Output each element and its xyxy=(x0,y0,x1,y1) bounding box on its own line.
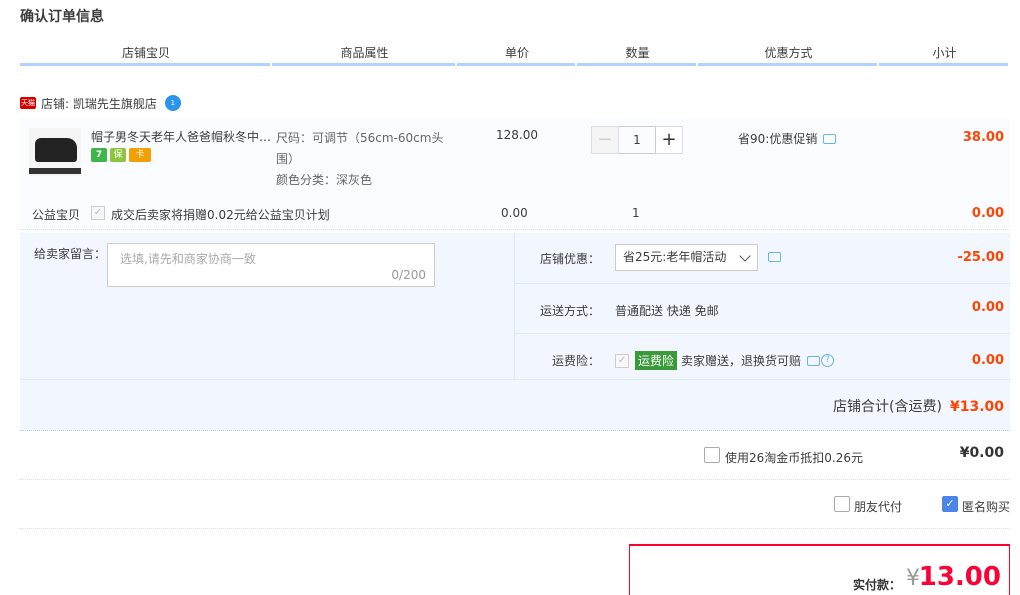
anonymous-purchase-checkbox[interactable]: ✓ xyxy=(942,496,958,512)
divider xyxy=(515,283,1010,284)
qty-plus-button[interactable]: + xyxy=(655,126,683,154)
chat-wangwang-icon[interactable]: 1 xyxy=(164,95,181,111)
promo-text: 省90:优惠促销 xyxy=(738,132,818,146)
shop-total: 店铺合计(含运费) ¥13.00 xyxy=(833,396,1004,416)
qty-minus-button[interactable]: − xyxy=(591,126,619,154)
message-counter: 0/200 xyxy=(391,268,426,282)
insurance-text: 卖家赠送，退换货可赔 xyxy=(681,354,802,368)
shipping-method: 普通配送 快递 免邮 xyxy=(615,302,719,319)
shop-name-link[interactable]: 店铺: 凯瑞先生旗舰店 xyxy=(41,95,157,112)
coins-value: ¥0.00 xyxy=(959,445,1004,461)
column-header-quantity: 数量 xyxy=(577,44,698,66)
charity-text: 成交后卖家将捐赠0.02元给公益宝贝计划 xyxy=(111,208,330,222)
service-icons: 7 保 卡 xyxy=(91,148,151,162)
comment-icon[interactable] xyxy=(807,355,821,366)
order-item: 帽子男冬天老年人爸爸帽秋冬中… 7 保 卡 尺码：可调节（56cm-60cm头 … xyxy=(20,118,1010,230)
divider xyxy=(515,333,1010,334)
final-payment-box: 实付款： ¥ 13.00 xyxy=(629,544,1010,595)
qty-input[interactable]: 1 xyxy=(619,126,655,154)
charity-subtotal: 0.00 xyxy=(971,206,1004,221)
help-icon[interactable]: ? xyxy=(821,354,835,367)
charity-checkbox: ✓ xyxy=(91,206,105,220)
seller-message-input[interactable]: 选填,请先和商家协商一致 0/200 xyxy=(107,243,435,287)
use-coins-checkbox[interactable] xyxy=(704,447,720,463)
shop-discount-select[interactable]: 省25元:老年帽活动 xyxy=(615,244,758,271)
message-placeholder: 选填,请先和商家协商一致 xyxy=(120,252,256,266)
product-title-link[interactable]: 帽子男冬天老年人爸爸帽秋冬中… xyxy=(91,128,271,145)
hat-image xyxy=(35,138,77,162)
attr-color: 颜色分类：深灰色 xyxy=(276,173,373,187)
attr-size-cont: 围） xyxy=(276,152,301,166)
chevron-down-icon xyxy=(739,250,751,262)
insurance-value: 0.00 xyxy=(971,353,1004,368)
insurance-checkbox: ✓ xyxy=(615,353,629,368)
column-header-unit-price: 单价 xyxy=(457,44,577,66)
shop-total-amount: ¥13.00 xyxy=(949,399,1004,415)
promo-info: 省90:优惠促销 xyxy=(738,130,837,147)
shop-discount-selected: 省25元:老年帽活动 xyxy=(623,250,727,264)
quantity-stepper: − 1 + xyxy=(591,126,683,154)
credit-card-icon[interactable]: 卡 xyxy=(129,148,151,162)
order-options: 给卖家留言： 选填,请先和商家协商一致 0/200 店铺优惠： 省25元:老年帽… xyxy=(20,233,1010,431)
comment-icon[interactable] xyxy=(768,252,781,262)
insurance-badge: 运费险 xyxy=(635,351,678,370)
coins-row: 使用26淘金币抵扣0.26元 ¥0.00 xyxy=(20,432,1010,480)
column-header-attributes: 商品属性 xyxy=(272,44,457,66)
shipping-text: 普通配送 快递 免邮 xyxy=(615,304,719,318)
column-header: 店铺宝贝 商品属性 单价 数量 优惠方式 小计 xyxy=(20,44,1010,66)
shop-total-label: 店铺合计(含运费) xyxy=(833,399,942,415)
divider xyxy=(20,379,1010,380)
anonymous-purchase-label: 匿名购买 xyxy=(962,500,1011,514)
comment-icon[interactable] xyxy=(823,133,837,144)
charity-price: 0.00 xyxy=(501,206,528,220)
message-label: 给卖家留言： xyxy=(34,247,107,261)
attr-size: 尺码：可调节（56cm-60cm头 xyxy=(276,131,444,145)
tmall-icon: 天猫 xyxy=(20,97,36,109)
friend-pay-label: 朋友代付 xyxy=(854,500,903,514)
insurance-info: ✓ 运费险 卖家赠送，退换货可赔 ? xyxy=(615,351,835,370)
friend-pay-checkbox[interactable] xyxy=(834,496,850,512)
final-payment-amount: 13.00 xyxy=(918,562,1001,592)
shipping-value: 0.00 xyxy=(971,300,1004,315)
shop-discount-value: -25.00 xyxy=(957,250,1004,265)
column-header-subtotal: 小计 xyxy=(879,44,1010,66)
payment-options-row: 朋友代付 ✓ 匿名购买 xyxy=(20,481,1010,529)
final-payment-label: 实付款： xyxy=(853,578,902,592)
coins-text: 使用26淘金币抵扣0.26元 xyxy=(725,451,863,465)
shipping-label: 运送方式： xyxy=(539,304,600,318)
unit-price: 128.00 xyxy=(496,128,538,142)
shop-discount-label: 店铺优惠： xyxy=(539,252,600,266)
charity-label: 公益宝贝 xyxy=(32,208,81,222)
divider xyxy=(514,233,515,379)
insurance-label: 运费险： xyxy=(551,354,600,368)
column-header-shop-item: 店铺宝贝 xyxy=(20,44,272,66)
item-subtotal: 38.00 xyxy=(962,130,1004,145)
shop-line: 天猫 店铺: 凯瑞先生旗舰店 1 xyxy=(20,94,181,112)
thumbnail-caption-strip xyxy=(29,168,81,174)
column-header-discount: 优惠方式 xyxy=(698,44,879,66)
product-thumbnail[interactable] xyxy=(29,128,81,176)
seven-day-return-icon[interactable]: 7 xyxy=(91,148,107,162)
guarantee-icon[interactable]: 保 xyxy=(110,148,126,162)
page-title: 确认订单信息 xyxy=(20,9,104,25)
charity-qty: 1 xyxy=(632,206,640,220)
